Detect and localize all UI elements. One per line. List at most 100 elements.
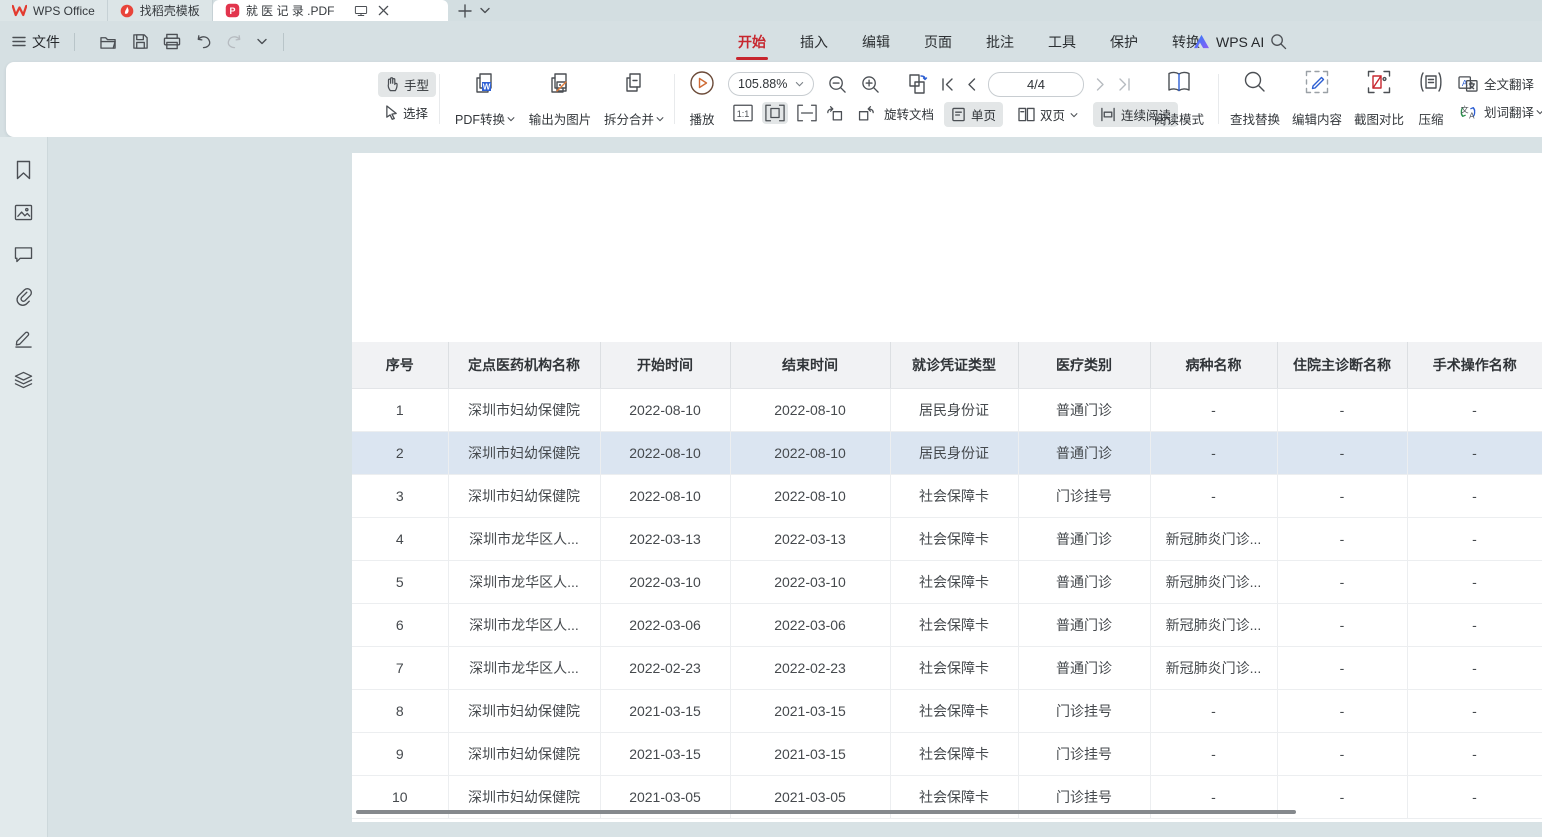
layers-icon[interactable] (13, 369, 35, 391)
file-menu-button[interactable]: 文件 (12, 32, 60, 52)
table-cell: 普通门诊 (1018, 517, 1150, 560)
double-page-button[interactable]: 双页 (1011, 102, 1085, 127)
screenshot-compare-button[interactable]: 截图对比 (1348, 70, 1410, 128)
rotate-right-icon[interactable] (855, 104, 875, 123)
signature-icon[interactable] (13, 327, 35, 349)
wps-ai-label: WPS AI (1216, 34, 1264, 50)
ribbon-tab-insert[interactable]: 插入 (798, 26, 830, 58)
table-cell: 2022-08-10 (600, 388, 730, 431)
export-image-button[interactable]: 输出为图片 (522, 70, 598, 128)
document-viewport: 序号定点医药机构名称开始时间结束时间就诊凭证类型医疗类别病种名称住院主诊断名称手… (0, 137, 1542, 837)
table-header-cell: 手术操作名称 (1407, 342, 1542, 388)
wps-ai-logo-icon (1193, 34, 1210, 49)
undo-icon[interactable] (195, 35, 212, 49)
monitor-icon[interactable] (354, 5, 368, 17)
fit-page-icon[interactable] (797, 104, 817, 122)
full-text-translate-button[interactable]: A 全文翻译 (1458, 74, 1534, 93)
comment-icon[interactable] (13, 243, 35, 265)
next-page-icon[interactable] (1096, 78, 1105, 91)
pdf-file-icon: P (225, 3, 240, 18)
print-icon[interactable] (163, 33, 181, 50)
table-cell: 社会保障卡 (890, 689, 1018, 732)
table-row: 7深圳市龙华区人...2022-02-232022-02-23社会保障卡普通门诊… (352, 646, 1542, 689)
continuous-read-icon (1100, 107, 1116, 122)
last-page-icon[interactable] (1117, 78, 1131, 91)
read-mode-button[interactable]: 阅读模式 (1148, 70, 1210, 128)
compress-icon (1418, 70, 1444, 94)
search-icon[interactable] (1270, 33, 1287, 50)
compress-button[interactable]: 压缩 (1410, 70, 1452, 128)
table-cell: - (1150, 689, 1277, 732)
ribbon-tab-edit[interactable]: 编辑 (860, 26, 892, 58)
attachment-icon[interactable] (13, 285, 35, 307)
first-page-icon[interactable] (941, 78, 955, 91)
select-tool-button[interactable]: 选择 (378, 100, 435, 125)
ribbon-tab-home[interactable]: 开始 (736, 26, 768, 58)
redo-icon[interactable] (226, 35, 243, 49)
hand-tool-label: 手型 (404, 75, 429, 94)
table-header-cell: 病种名称 (1150, 342, 1277, 388)
new-tab-icon[interactable] (458, 4, 472, 18)
hand-tool-button[interactable]: 手型 (378, 72, 436, 97)
wps-ai-button[interactable]: WPS AI (1193, 34, 1264, 50)
play-button[interactable]: 播放 (682, 70, 722, 128)
table-cell: 6 (352, 603, 448, 646)
zoom-level-select[interactable]: 105.88% (728, 72, 814, 96)
table-cell: 2022-03-13 (600, 517, 730, 560)
previous-page-icon[interactable] (967, 78, 976, 91)
tab-docer-templates[interactable]: 找稻壳模板 (108, 0, 213, 21)
cursor-icon (385, 105, 398, 120)
zoom-in-icon[interactable] (861, 75, 880, 94)
table-cell: 2022-08-10 (730, 388, 890, 431)
tab-wps-office[interactable]: WPS Office (0, 0, 108, 21)
tab-list-chevron-icon[interactable] (480, 7, 490, 14)
table-cell: 社会保障卡 (890, 732, 1018, 775)
find-replace-button[interactable]: 查找替换 (1224, 70, 1286, 128)
zoom-level-value: 105.88% (738, 77, 787, 91)
rotate-left-icon[interactable] (826, 104, 846, 123)
page-number-input[interactable]: 4/4 (988, 72, 1084, 97)
tab-document-pdf[interactable]: P 就 医 记 录 .PDF (213, 0, 448, 21)
table-cell: 7 (352, 646, 448, 689)
bookmark-icon[interactable] (13, 159, 35, 181)
edit-content-button[interactable]: 编辑内容 (1286, 70, 1348, 128)
close-tab-icon[interactable] (378, 5, 389, 16)
qat-chevron-icon[interactable] (257, 38, 267, 45)
svg-text:P: P (229, 6, 235, 16)
compress-label: 压缩 (1418, 109, 1443, 128)
ribbon-tab-protect[interactable]: 保护 (1108, 26, 1140, 58)
table-cell: - (1277, 775, 1407, 818)
pdf-convert-button[interactable]: W PDF转换 (451, 70, 519, 128)
save-icon[interactable] (132, 33, 149, 50)
ribbon-tab-comment[interactable]: 批注 (984, 26, 1016, 58)
page-indicator: 4/4 (1027, 77, 1045, 92)
table-cell: - (1277, 474, 1407, 517)
thumbnail-icon[interactable] (13, 201, 35, 223)
single-page-button[interactable]: 单页 (944, 102, 1003, 127)
reorder-pages-icon[interactable] (904, 72, 930, 96)
table-header-cell: 开始时间 (600, 342, 730, 388)
word-translate-button[interactable]: 文A 划词翻译 (1458, 102, 1542, 121)
table-row: 3深圳市妇幼保健院2022-08-102022-08-10社会保障卡门诊挂号--… (352, 474, 1542, 517)
horizontal-scrollbar[interactable] (356, 810, 1296, 814)
rotate-doc-label[interactable]: 旋转文档 (884, 104, 934, 123)
svg-text:A: A (1469, 111, 1475, 120)
table-cell: 5 (352, 560, 448, 603)
actual-size-icon[interactable]: 1:1 (733, 104, 753, 122)
ribbon-tab-tools[interactable]: 工具 (1046, 26, 1078, 58)
table-cell: - (1277, 689, 1407, 732)
docer-logo-icon (120, 4, 134, 18)
table-cell: - (1150, 474, 1277, 517)
open-folder-icon[interactable] (99, 34, 118, 50)
table-cell: - (1407, 517, 1542, 560)
table-cell: - (1277, 431, 1407, 474)
split-merge-button[interactable]: 拆分合并 (598, 70, 670, 128)
table-cell: - (1407, 775, 1542, 818)
table-cell: 深圳市龙华区人... (448, 560, 600, 603)
table-cell: - (1150, 388, 1277, 431)
zoom-out-icon[interactable] (828, 75, 847, 94)
ribbon-toolbar: 手型 选择 W PDF转换 输出为图片 (6, 62, 1542, 137)
ribbon-tab-page[interactable]: 页面 (922, 26, 954, 58)
table-header-cell: 序号 (352, 342, 448, 388)
fit-width-icon[interactable] (762, 102, 788, 124)
